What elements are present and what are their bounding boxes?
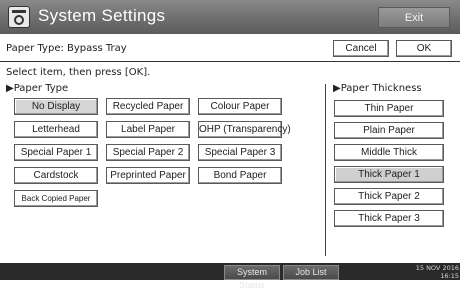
section-marker-icon: ▶ bbox=[333, 83, 341, 94]
paper-type-option[interactable]: Colour Paper bbox=[198, 98, 282, 115]
settings-header: Paper Type: Bypass Tray Cancel OK bbox=[0, 37, 460, 62]
date-text: 15 NOV 2016 bbox=[415, 264, 459, 272]
job-list-button[interactable]: Job List bbox=[283, 265, 339, 280]
paper-type-option[interactable]: Recycled Paper bbox=[106, 98, 190, 115]
time-text: 16:15 bbox=[440, 272, 459, 280]
paper-type-heading: ▶Paper Type bbox=[6, 83, 69, 94]
paper-type-option[interactable]: Label Paper bbox=[106, 121, 190, 138]
date-time: 15 NOV 2016 16:15 bbox=[413, 264, 459, 280]
paper-thickness-option[interactable]: Middle Thick bbox=[334, 144, 444, 161]
paper-thickness-heading: ▶Paper Thickness bbox=[333, 83, 422, 94]
paper-type-option[interactable]: OHP (Transparency) bbox=[198, 121, 291, 138]
paper-type-option[interactable]: Bond Paper bbox=[198, 167, 282, 184]
system-status-button[interactable]: System Status bbox=[224, 265, 280, 290]
paper-thickness-option[interactable]: Thin Paper bbox=[334, 100, 444, 117]
setting-label: Paper Type: Bypass Tray bbox=[6, 43, 127, 54]
exit-button[interactable]: Exit bbox=[378, 7, 450, 28]
paper-thickness-option[interactable]: Plain Paper bbox=[334, 122, 444, 139]
section-marker-icon: ▶ bbox=[6, 83, 14, 94]
paper-thickness-option[interactable]: Thick Paper 3 bbox=[334, 210, 444, 227]
instruction-text: Select item, then press [OK]. bbox=[6, 67, 151, 78]
paper-type-option[interactable]: Back Copied Paper bbox=[14, 190, 98, 207]
paper-type-option[interactable]: No Display bbox=[14, 98, 98, 115]
cancel-button[interactable]: Cancel bbox=[333, 40, 389, 57]
paper-type-option[interactable]: Special Paper 2 bbox=[106, 144, 190, 161]
title-bar: System Settings Exit bbox=[0, 0, 460, 34]
paper-type-option[interactable]: Letterhead bbox=[14, 121, 98, 138]
paper-thickness-option[interactable]: Thick Paper 1 bbox=[334, 166, 444, 183]
section-divider bbox=[325, 84, 326, 256]
paper-type-option[interactable]: Special Paper 3 bbox=[198, 144, 282, 161]
paper-type-option[interactable]: Special Paper 1 bbox=[14, 144, 98, 161]
window-title: System Settings bbox=[38, 6, 166, 25]
paper-type-option[interactable]: Cardstock bbox=[14, 167, 98, 184]
ok-button[interactable]: OK bbox=[396, 40, 452, 57]
paper-type-option[interactable]: Preprinted Paper bbox=[106, 167, 190, 184]
paper-thickness-option[interactable]: Thick Paper 2 bbox=[334, 188, 444, 205]
system-settings-icon bbox=[8, 6, 30, 28]
